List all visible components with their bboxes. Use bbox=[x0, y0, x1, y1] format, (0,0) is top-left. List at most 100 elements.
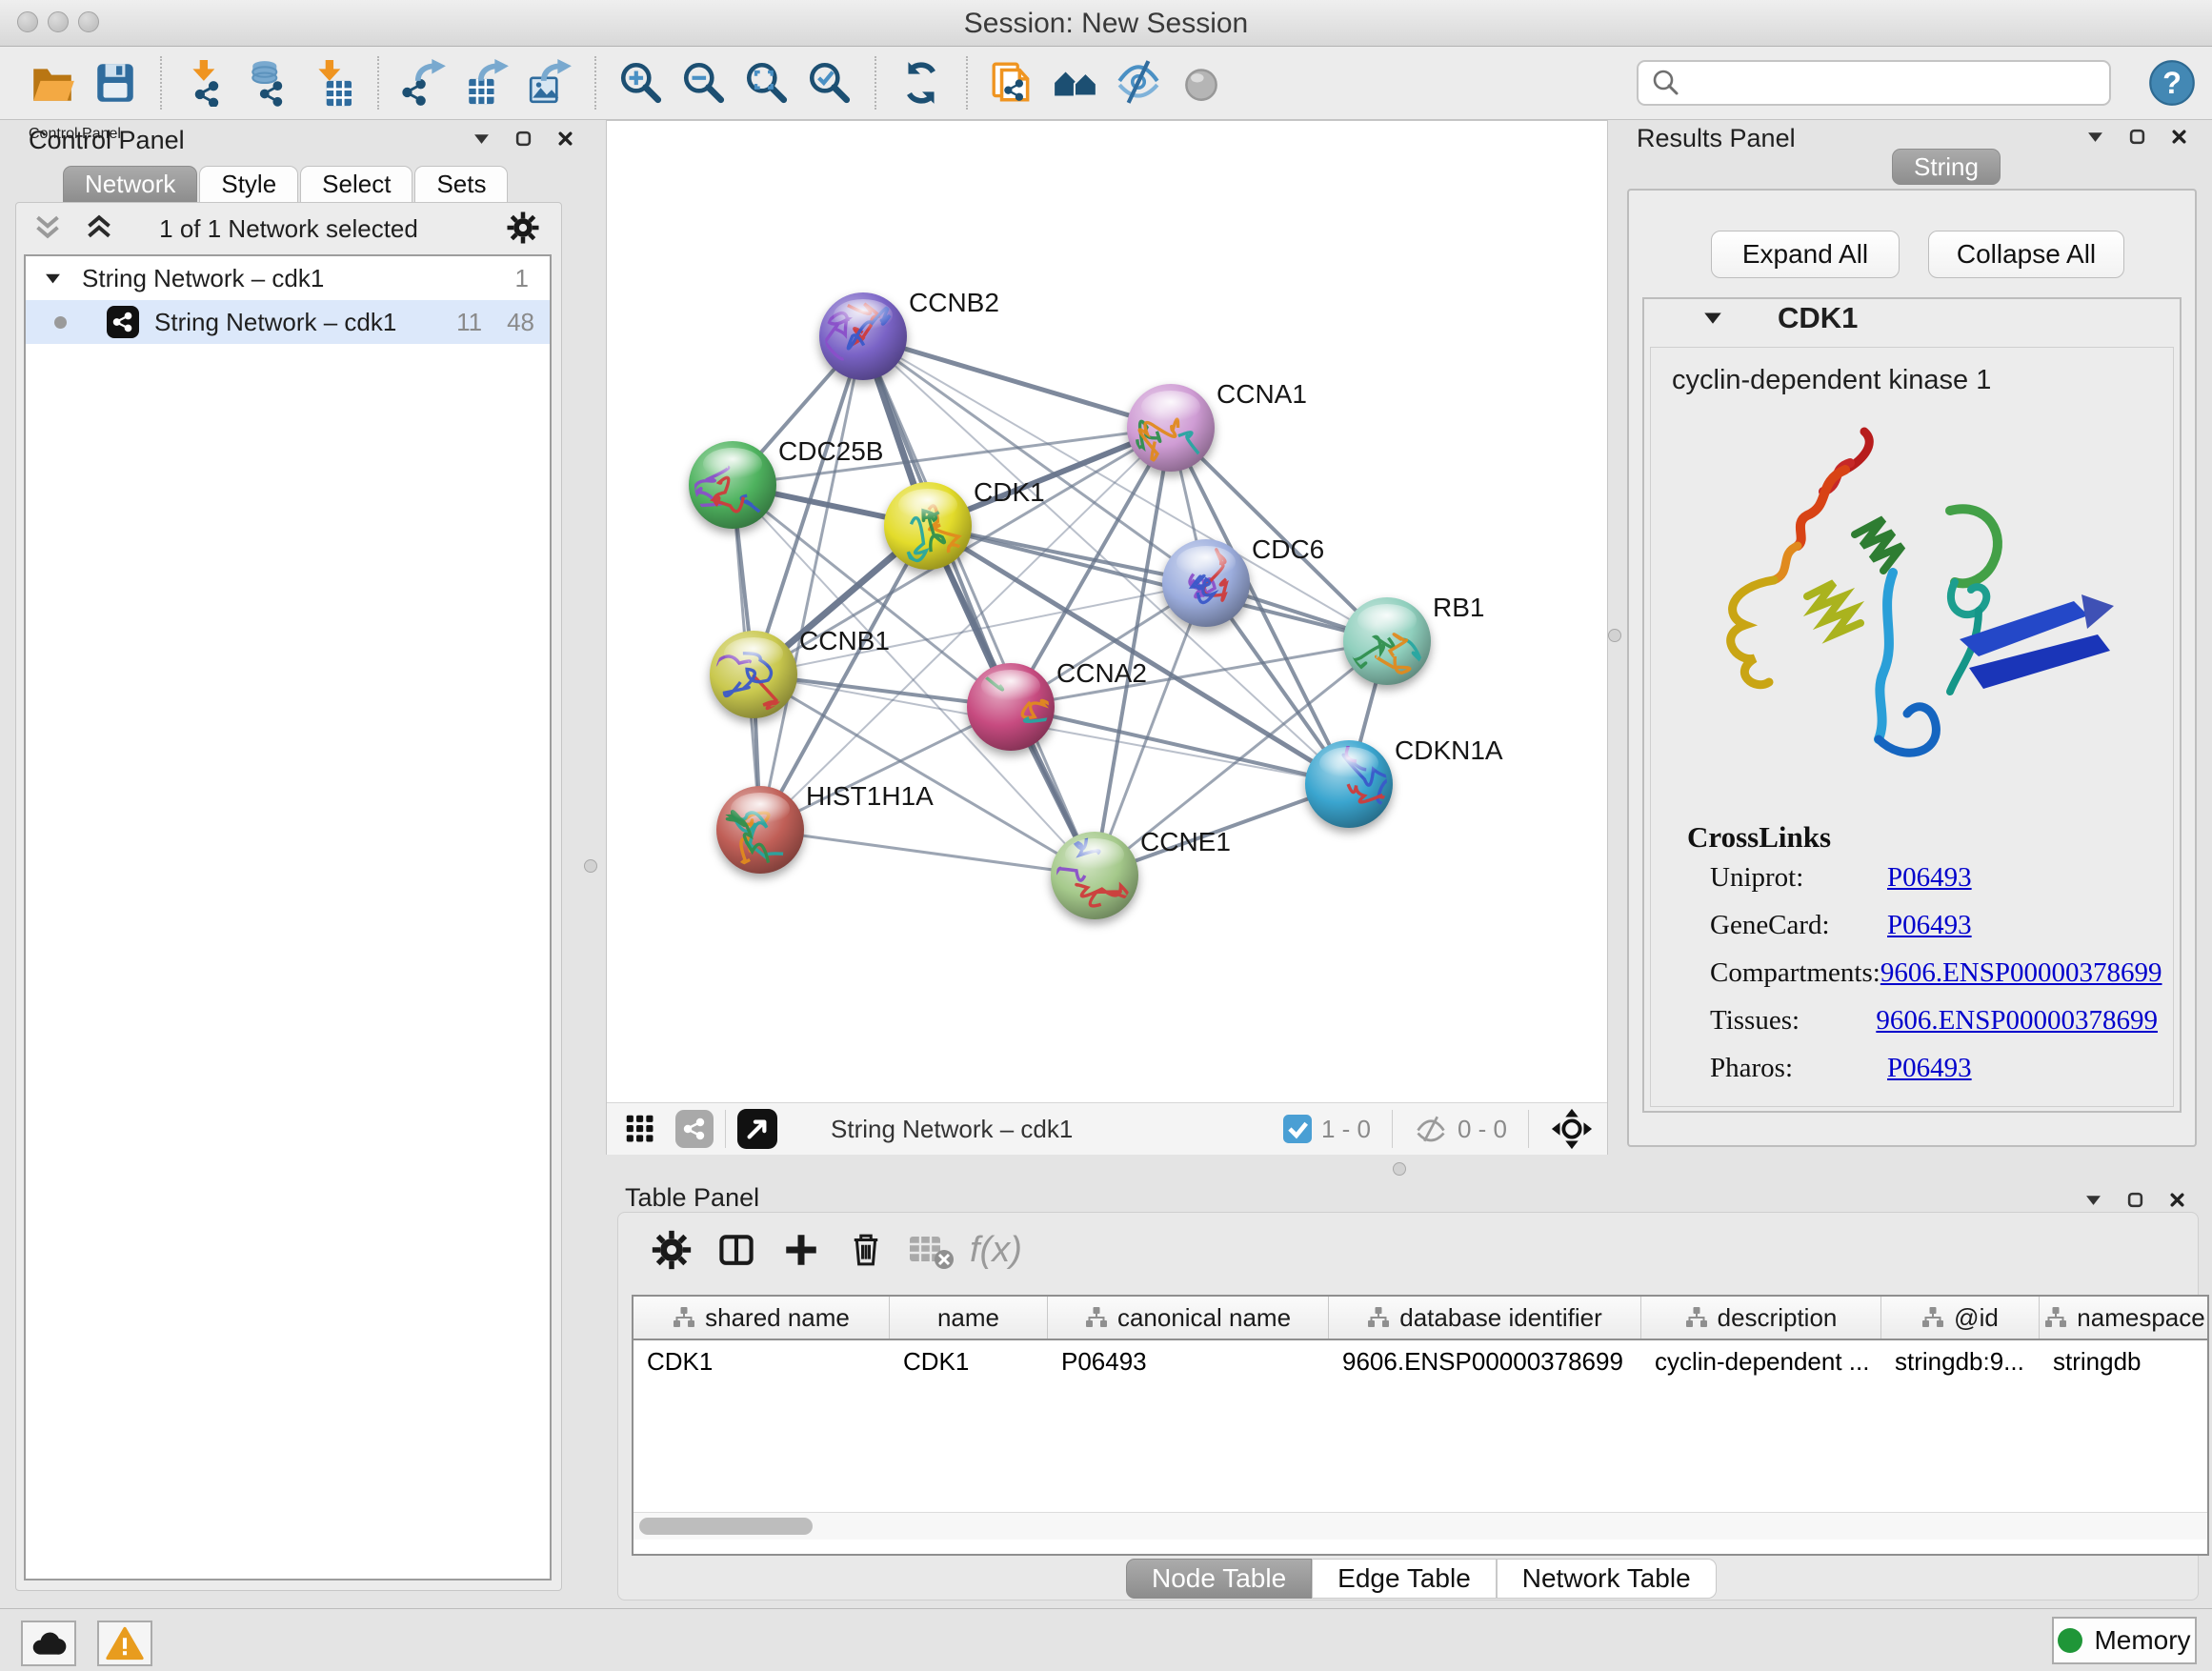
crosslink-value-link[interactable]: 9606.ENSP00000378699 bbox=[1876, 1005, 2158, 1037]
new-network-from-selection-button[interactable] bbox=[981, 52, 1044, 113]
save-session-button[interactable] bbox=[84, 52, 147, 113]
table-panel-float-button[interactable] bbox=[2119, 1185, 2151, 1214]
horizontal-splitter-handle[interactable] bbox=[1393, 1162, 1406, 1176]
pan-crosshair-icon[interactable] bbox=[1550, 1107, 1594, 1151]
crosslink-value-link[interactable]: 9606.ENSP00000378699 bbox=[1880, 957, 2162, 989]
hide-selected-button[interactable] bbox=[1107, 52, 1170, 113]
import-network-from-database-icon bbox=[246, 59, 293, 107]
node-CCNA1[interactable]: CCNA1 bbox=[1127, 379, 1307, 498]
selected-checkbox-icon[interactable] bbox=[1283, 1115, 1312, 1143]
table-horizontal-scrollbar[interactable] bbox=[633, 1512, 2207, 1540]
zoom-fit-content-button[interactable] bbox=[735, 52, 798, 113]
zoom-in-button[interactable] bbox=[610, 52, 673, 113]
show-all-button[interactable] bbox=[1170, 52, 1233, 113]
edge-HIST1H1A-CCNE1[interactable] bbox=[760, 830, 1095, 876]
search-input[interactable] bbox=[1682, 68, 2086, 99]
table-options-button[interactable] bbox=[639, 1225, 704, 1275]
delete-table-button[interactable] bbox=[898, 1225, 963, 1275]
tab-edge-table[interactable]: Edge Table bbox=[1312, 1559, 1497, 1599]
export-network-button[interactable] bbox=[392, 52, 455, 113]
table-cell[interactable]: CDK1 bbox=[890, 1340, 1048, 1382]
edge-CCNA2-CDKN1A[interactable] bbox=[1011, 707, 1349, 784]
crosslink-value-link[interactable]: P06493 bbox=[1887, 862, 1972, 894]
network-collection-row[interactable]: String Network – cdk1 1 bbox=[26, 256, 550, 300]
crosslink-value-link[interactable]: P06493 bbox=[1887, 910, 1972, 941]
grid-view-button[interactable] bbox=[622, 1111, 658, 1147]
table-cell[interactable]: cyclin-dependent ... bbox=[1641, 1340, 1881, 1382]
table-cell[interactable]: CDK1 bbox=[633, 1340, 890, 1382]
tab-string[interactable]: String bbox=[1892, 149, 2001, 185]
table-row[interactable]: CDK1CDK1P064939606.ENSP00000378699cyclin… bbox=[633, 1340, 2207, 1382]
birdseye-view-button[interactable] bbox=[737, 1109, 777, 1149]
table-panel-menu-button[interactable] bbox=[2077, 1185, 2109, 1214]
expand-all-button[interactable]: Expand All bbox=[1711, 231, 1900, 278]
import-network-from-file-button[interactable] bbox=[175, 52, 238, 113]
import-table-from-file-button[interactable] bbox=[301, 52, 364, 113]
column-header-database-identifier[interactable]: database identifier bbox=[1329, 1297, 1641, 1339]
network-row[interactable]: String Network – cdk1 11 48 bbox=[26, 300, 550, 344]
column-header-name[interactable]: name bbox=[890, 1297, 1048, 1339]
show-columns-button[interactable] bbox=[704, 1225, 769, 1275]
tab-network-table[interactable]: Network Table bbox=[1497, 1559, 1717, 1599]
hidden-eye-icon[interactable] bbox=[1414, 1115, 1448, 1143]
column-header-namespace[interactable]: namespace bbox=[2040, 1297, 2209, 1339]
scrollbar-thumb[interactable] bbox=[639, 1518, 813, 1535]
control-panel-float-button[interactable] bbox=[507, 124, 539, 152]
node-CDC25B[interactable]: CDC25B bbox=[689, 436, 883, 539]
first-neighbors-button[interactable] bbox=[1044, 52, 1107, 113]
network-canvas[interactable]: CCNB2 CCNA1 CDC25B CDK1 CDC6 RB1 CCNB1 C… bbox=[607, 121, 1607, 1101]
results-panel-float-button[interactable] bbox=[2121, 122, 2153, 151]
export-table-button[interactable] bbox=[455, 52, 518, 113]
entry-collapse-button[interactable] bbox=[1703, 311, 1722, 325]
apply-preferred-layout-button[interactable] bbox=[890, 52, 953, 113]
open-session-button[interactable] bbox=[21, 52, 84, 113]
delete-column-button[interactable] bbox=[834, 1225, 898, 1275]
float-window-icon bbox=[515, 131, 532, 147]
control-panel-menu-button[interactable] bbox=[465, 124, 497, 152]
export-table-icon bbox=[463, 59, 511, 107]
network-options-button[interactable] bbox=[506, 211, 540, 245]
collapse-all-button[interactable]: Collapse All bbox=[1928, 231, 2124, 278]
edge-CCNB2-HIST1H1A[interactable] bbox=[760, 336, 863, 830]
table-cell[interactable]: stringdb bbox=[2040, 1340, 2209, 1382]
column-header-shared-name[interactable]: shared name bbox=[633, 1297, 890, 1339]
node-RB1[interactable]: RB1 bbox=[1342, 593, 1484, 716]
results-panel-menu-button[interactable] bbox=[2079, 122, 2111, 151]
node-CCNE1[interactable]: CCNE1 bbox=[1021, 827, 1231, 919]
node-CDKN1A[interactable]: CDKN1A bbox=[1305, 726, 1503, 828]
edge-CCNB2-CCNA1[interactable] bbox=[863, 336, 1171, 428]
table-cell[interactable]: 9606.ENSP00000378699 bbox=[1329, 1340, 1641, 1382]
tab-select[interactable]: Select bbox=[300, 166, 412, 202]
columns-icon bbox=[715, 1229, 757, 1271]
tab-network[interactable]: Network bbox=[63, 166, 197, 202]
create-column-button[interactable] bbox=[769, 1225, 834, 1275]
zoom-out-button[interactable] bbox=[673, 52, 735, 113]
node-HIST1H1A[interactable]: HIST1H1A bbox=[716, 781, 934, 874]
results-panel-close-button[interactable] bbox=[2162, 122, 2195, 151]
column-header-canonical-name[interactable]: canonical name bbox=[1048, 1297, 1329, 1339]
function-builder-button[interactable]: f(x) bbox=[963, 1225, 1049, 1275]
tab-style[interactable]: Style bbox=[199, 166, 298, 202]
export-image-button[interactable] bbox=[518, 52, 581, 113]
help-button[interactable]: ? bbox=[2147, 58, 2197, 108]
table-panel-close-button[interactable] bbox=[2161, 1185, 2193, 1214]
control-panel-close-button[interactable] bbox=[549, 124, 581, 152]
zoom-selected-button[interactable] bbox=[798, 52, 861, 113]
crosslink-row: Tissues:9606.ENSP00000378699 bbox=[1710, 1005, 2158, 1037]
node-label-CDC25B: CDC25B bbox=[778, 436, 883, 466]
left-splitter-handle[interactable] bbox=[584, 859, 597, 873]
table-cell[interactable]: P06493 bbox=[1048, 1340, 1329, 1382]
column-header-description[interactable]: description bbox=[1641, 1297, 1881, 1339]
crosslink-value-link[interactable]: P06493 bbox=[1887, 1053, 1972, 1084]
memory-button[interactable]: Memory bbox=[2052, 1617, 2197, 1664]
network-tree: String Network – cdk1 1 String Network –… bbox=[24, 254, 552, 1580]
cloud-status-button[interactable] bbox=[21, 1621, 76, 1666]
table-cell[interactable]: stringdb:9... bbox=[1881, 1340, 2040, 1382]
tab-sets[interactable]: Sets bbox=[414, 166, 508, 202]
tab-node-table[interactable]: Node Table bbox=[1126, 1559, 1312, 1599]
import-network-from-database-button[interactable] bbox=[238, 52, 301, 113]
column-header--id[interactable]: @id bbox=[1881, 1297, 2040, 1339]
zoom-out-icon bbox=[680, 59, 728, 107]
network-badge-button[interactable] bbox=[675, 1110, 714, 1148]
warnings-button[interactable] bbox=[97, 1621, 152, 1666]
